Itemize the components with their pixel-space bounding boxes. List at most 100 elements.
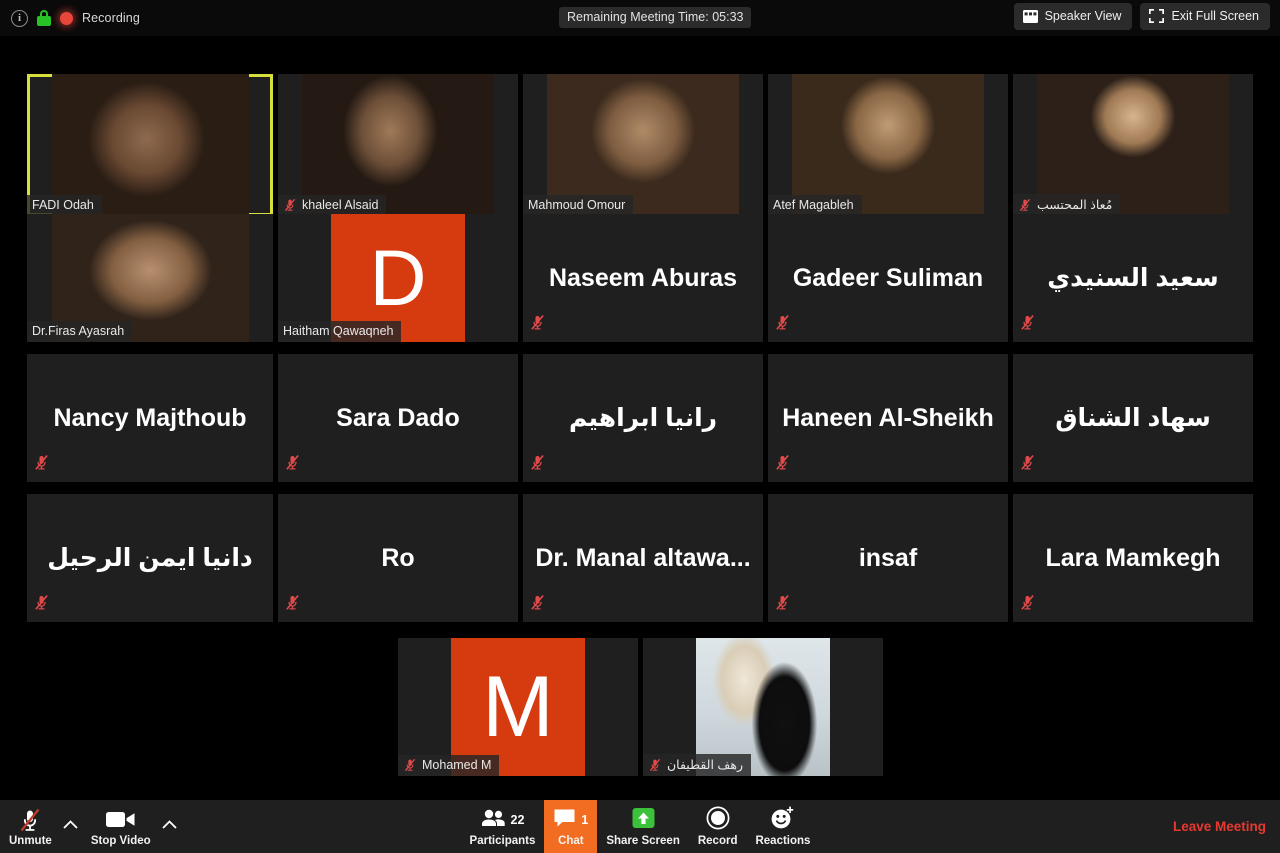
meeting-top-bar: i Recording Remaining Meeting Time: 05:3…: [0, 0, 1280, 36]
participant-name: سهاد الشناق: [1055, 404, 1211, 432]
participant-tile[interactable]: insaf: [768, 494, 1008, 622]
chat-label: Chat: [558, 834, 584, 847]
mic-off-icon: [1019, 594, 1036, 616]
participant-name-badge: Atef Magableh: [768, 195, 862, 216]
participant-name-badge: Mohamed M: [398, 755, 500, 776]
participant-tile[interactable]: Sara Dado: [278, 354, 518, 482]
participant-tile[interactable]: سعيد السنيدي: [1013, 214, 1253, 342]
participants-button[interactable]: 22 Participants: [461, 800, 545, 853]
remaining-meeting-time: Remaining Meeting Time: 05:33: [559, 7, 752, 28]
participant-tile[interactable]: khaleel Alsaid: [278, 74, 518, 216]
participants-label: Participants: [469, 834, 536, 847]
mic-off-icon: [284, 594, 301, 616]
exit-fullscreen-icon: [1149, 9, 1165, 23]
participant-name: insaf: [858, 543, 918, 572]
participant-tile[interactable]: Haneen Al-Sheikh: [768, 354, 1008, 482]
participant-name: Gadeer Suliman: [792, 263, 984, 292]
participant-name: Haitham Qawaqneh: [283, 324, 394, 338]
participant-name: Dr.Firas Ayasrah: [32, 324, 125, 338]
participant-name-badge: رهف القطيفان: [643, 754, 751, 776]
speaker-view-label: Speaker View: [1044, 9, 1122, 23]
mic-off-icon: [648, 758, 662, 772]
leave-meeting-button[interactable]: Leave Meeting: [1173, 800, 1266, 853]
participant-name-badge: Mahmoud Omour: [523, 195, 634, 216]
smiley-plus-icon: [770, 806, 796, 833]
mic-off-icon: [33, 454, 50, 476]
participant-tile[interactable]: Dr.Firas Ayasrah: [27, 214, 273, 342]
video-grid-row: دانيا ايمن الرحيل Ro Dr. Manal altawa...…: [27, 494, 1253, 622]
people-icon: [481, 809, 506, 830]
participant-tile[interactable]: Dr. Manal altawa...: [523, 494, 763, 622]
speaker-view-button[interactable]: Speaker View: [1013, 3, 1133, 30]
participant-tile[interactable]: رهف القطيفان: [643, 638, 883, 776]
mic-off-icon: [529, 594, 546, 616]
exit-full-screen-label: Exit Full Screen: [1171, 9, 1259, 23]
mic-off-icon: [774, 454, 791, 476]
record-button[interactable]: Record: [689, 800, 747, 853]
participant-name: Lara Mamkegh: [1045, 543, 1221, 572]
participant-tile[interactable]: M Mohamed M: [398, 638, 638, 776]
participant-name-badge: khaleel Alsaid: [278, 195, 387, 216]
participant-name-badge: FADI Odah: [27, 195, 102, 216]
participant-tile[interactable]: Ro: [278, 494, 518, 622]
reactions-label: Reactions: [755, 834, 811, 847]
info-icon[interactable]: i: [11, 9, 28, 27]
grid-view-icon: [1022, 9, 1038, 23]
chat-bubble-icon: [553, 808, 576, 831]
participant-tile[interactable]: مُعاذ المحتسب: [1013, 74, 1253, 216]
reactions-button[interactable]: Reactions: [746, 800, 819, 853]
mic-off-icon: [33, 594, 50, 616]
participant-tile[interactable]: D Haitham Qawaqneh: [278, 214, 518, 342]
record-label: Record: [697, 834, 738, 847]
participant-tile[interactable]: Nancy Majthoub: [27, 354, 273, 482]
mic-off-icon: [1019, 314, 1036, 336]
participants-count: 22: [510, 812, 525, 827]
recording-label: Recording: [82, 11, 140, 25]
chat-button[interactable]: 1 Chat: [544, 800, 598, 853]
meeting-toolbar: Unmute Stop Video 22 Participants 1 Chat…: [0, 800, 1280, 853]
mic-off-icon: [774, 314, 791, 336]
participant-tile[interactable]: Lara Mamkegh: [1013, 494, 1253, 622]
participant-tile[interactable]: رانيا ابراهيم: [523, 354, 763, 482]
video-grid-row: FADI Odah khaleel Alsaid Mahmoud Omour Ate…: [27, 74, 1253, 216]
participant-name: Sara Dado: [336, 403, 460, 432]
record-circle-icon: [706, 806, 730, 833]
lock-icon[interactable]: [37, 10, 51, 26]
video-grid: FADI Odah khaleel Alsaid Mahmoud Omour Ate…: [0, 36, 1280, 800]
top-bar-status-group: i Recording: [0, 9, 140, 27]
share-screen-label: Share Screen: [606, 834, 680, 847]
participant-name: دانيا ايمن الرحيل: [47, 544, 253, 572]
mic-off-icon: [1019, 454, 1036, 476]
participant-tile[interactable]: Naseem Aburas: [523, 214, 763, 342]
participant-name: Dr. Manal altawa...: [535, 543, 751, 572]
top-bar-view-controls: Speaker View Exit Full Screen: [1013, 3, 1270, 30]
participant-name: Nancy Majthoub: [53, 403, 247, 432]
participant-name-badge: Dr.Firas Ayasrah: [27, 321, 133, 342]
participant-tile[interactable]: Gadeer Suliman: [768, 214, 1008, 342]
mic-off-icon: [1018, 198, 1032, 212]
participant-tile[interactable]: FADI Odah: [27, 74, 273, 216]
participant-name: مُعاذ المحتسب: [1037, 198, 1113, 212]
participant-name: Naseem Aburas: [548, 263, 738, 292]
video-grid-row: Dr.Firas Ayasrah D Haitham Qawaqneh Naseem …: [27, 214, 1253, 342]
participant-name: Atef Magableh: [773, 198, 854, 212]
share-screen-button[interactable]: Share Screen: [597, 800, 689, 853]
toolbar-center-group: 22 Participants 1 Chat Share Screen Reco…: [0, 800, 1280, 853]
participant-tile[interactable]: Atef Magableh: [768, 74, 1008, 216]
participant-tile[interactable]: Mahmoud Omour: [523, 74, 763, 216]
participant-name: khaleel Alsaid: [302, 198, 379, 212]
mic-off-icon: [774, 594, 791, 616]
mic-off-icon: [529, 454, 546, 476]
exit-full-screen-button[interactable]: Exit Full Screen: [1140, 3, 1270, 30]
mic-off-icon: [529, 314, 546, 336]
participant-tile[interactable]: دانيا ايمن الرحيل: [27, 494, 273, 622]
participant-name: FADI Odah: [32, 198, 94, 212]
participant-name: Mohamed M: [422, 758, 492, 772]
participant-name: سعيد السنيدي: [1047, 264, 1219, 292]
video-grid-row: Nancy Majthoub Sara Dado رانيا ابراهيم H…: [27, 354, 1253, 482]
mic-off-icon: [283, 198, 297, 212]
chat-badge: 1: [581, 812, 589, 827]
participant-tile[interactable]: سهاد الشناق: [1013, 354, 1253, 482]
participant-name: Haneen Al-Sheikh: [782, 403, 994, 432]
participant-name-badge: Haitham Qawaqneh: [278, 321, 402, 342]
